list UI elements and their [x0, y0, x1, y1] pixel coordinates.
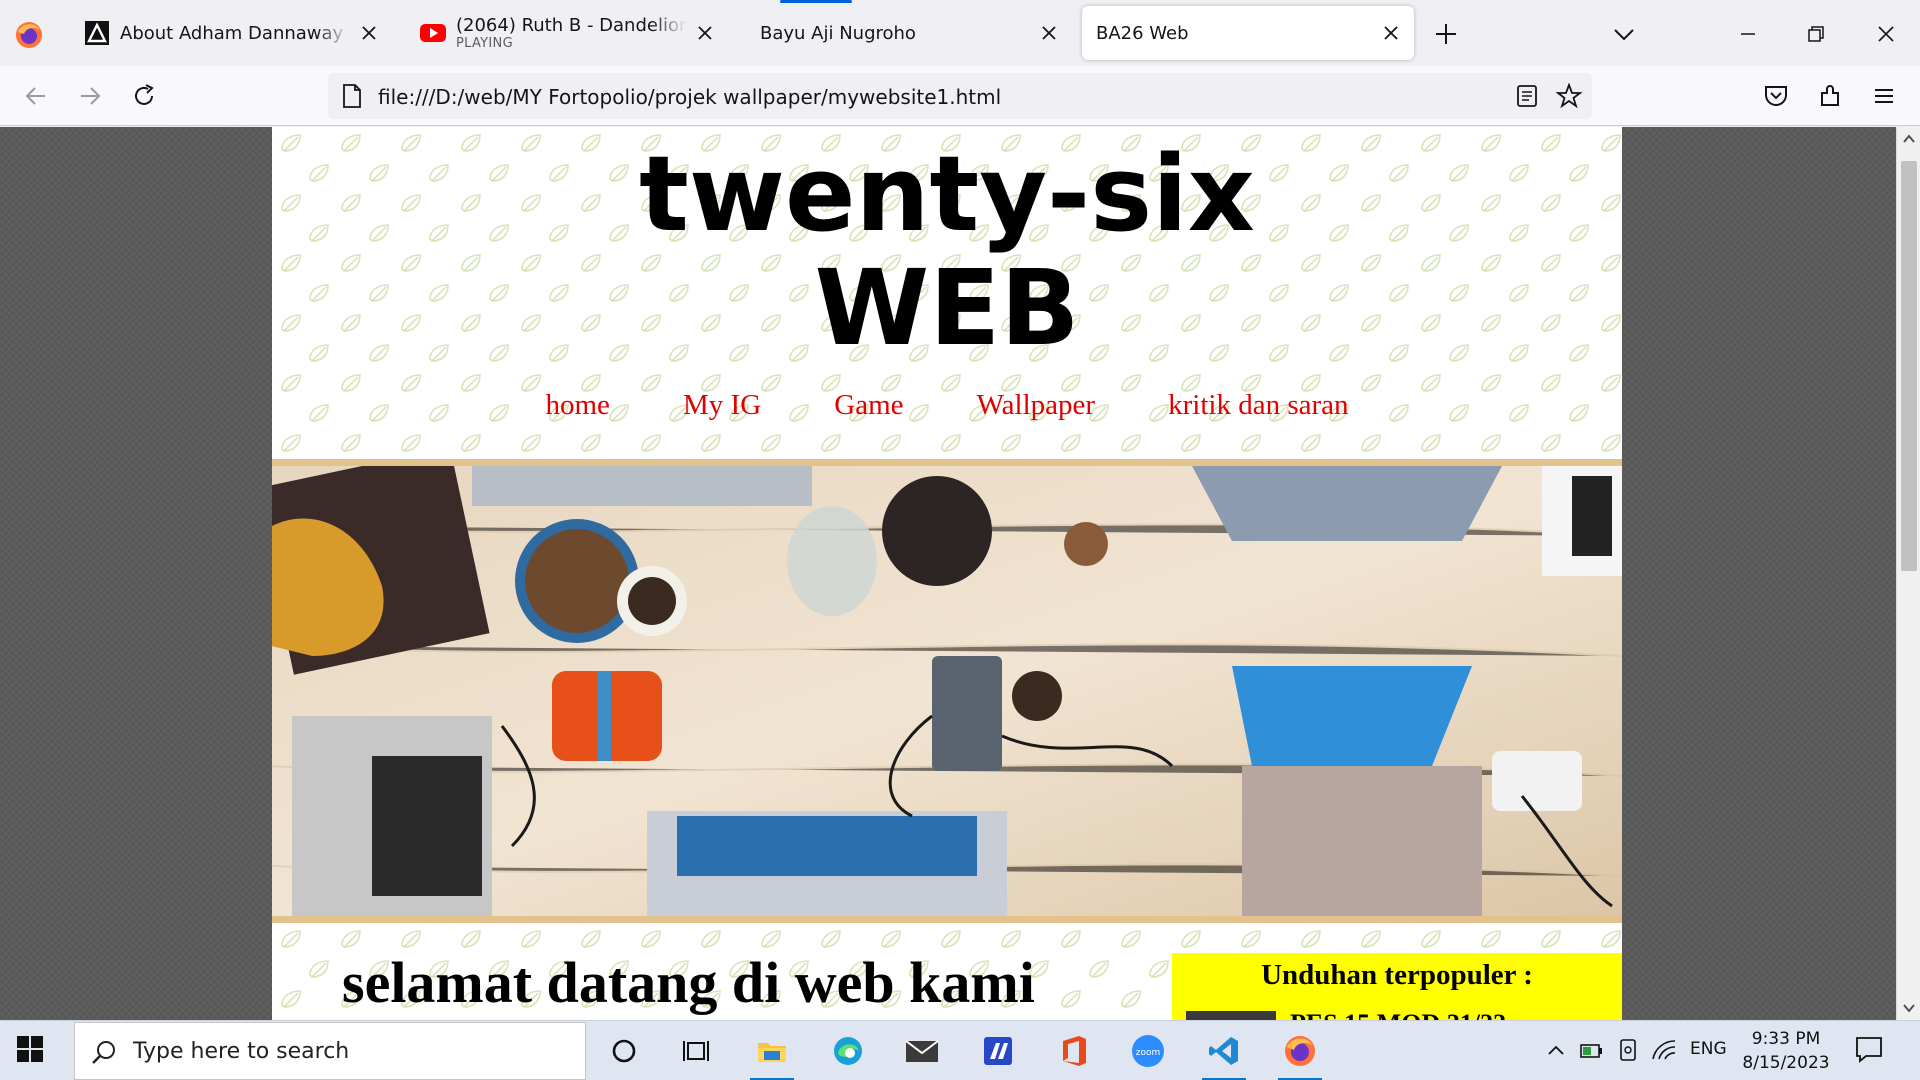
nav-link-kritik-dan-saran[interactable]: kritik dan saran: [1168, 389, 1348, 422]
close-icon[interactable]: [1380, 22, 1402, 44]
nav-link-game[interactable]: Game: [834, 389, 903, 422]
reload-icon[interactable]: [128, 80, 160, 112]
office-icon[interactable]: [1044, 1021, 1104, 1080]
tab-loading-indicator: [780, 0, 852, 3]
tab-strip: About Adham Dannaway | UI/U (2064) Ruth …: [0, 0, 1920, 66]
close-icon[interactable]: [358, 22, 380, 44]
cortana-icon[interactable]: [594, 1021, 654, 1080]
web-page: twenty-six WEB home My IG Game Wallpaper…: [272, 127, 1622, 1020]
scroll-down-icon[interactable]: [1897, 996, 1920, 1020]
extensions-icon[interactable]: [1814, 80, 1846, 112]
wifi-icon[interactable]: [1650, 1035, 1678, 1065]
file-explorer-icon[interactable]: [742, 1021, 802, 1080]
chevron-down-icon[interactable]: [1610, 20, 1638, 48]
svg-text:zoom: zoom: [1136, 1048, 1161, 1058]
adham-favicon-icon: [84, 20, 110, 46]
welcome-section: selamat datang di web kami Unduhan terpo…: [272, 923, 1622, 1020]
site-title-line1: twenty-six: [639, 133, 1255, 255]
new-tab-icon[interactable]: [1432, 20, 1460, 48]
zoom-icon[interactable]: zoom: [1118, 1021, 1178, 1080]
file-icon: [342, 84, 362, 112]
battery-icon[interactable]: [1578, 1035, 1606, 1065]
scroll-up-icon[interactable]: [1897, 127, 1920, 151]
url-text[interactable]: file:///D:/web/MY Fortopolio/projek wall…: [378, 85, 1001, 109]
tab-about-adham[interactable]: About Adham Dannaway | UI/U: [72, 6, 392, 60]
window-close-icon[interactable]: [1868, 16, 1904, 52]
restore-icon[interactable]: [1798, 16, 1834, 52]
clock-date: 8/15/2023: [1742, 1053, 1830, 1073]
site-title-line2: WEB: [814, 247, 1080, 369]
taskbar-search-box[interactable]: Type here to search: [74, 1022, 586, 1080]
vscode-icon[interactable]: [1194, 1021, 1254, 1080]
search-icon: [91, 1039, 117, 1065]
site-title: twenty-six WEB: [272, 137, 1622, 365]
minimize-icon[interactable]: [1730, 16, 1766, 52]
desk-workspace-photo: [272, 466, 1622, 916]
tab-title: Bayu Aji Nugroho: [760, 22, 916, 44]
search-placeholder: Type here to search: [133, 1039, 350, 1064]
tab-title: About Adham Dannaway | UI/U: [120, 22, 350, 44]
clock-time: 9:33 PM: [1751, 1029, 1821, 1049]
close-icon[interactable]: [694, 22, 716, 44]
nav-link-home[interactable]: home: [545, 389, 609, 422]
forward-arrow-icon[interactable]: [74, 80, 106, 112]
nav-link-wallpaper[interactable]: Wallpaper: [977, 389, 1095, 422]
tab-bayu[interactable]: Bayu Aji Nugroho: [744, 6, 1072, 60]
tab-youtube[interactable]: (2064) Ruth B - Dandelions (lyri PLAYING: [408, 6, 728, 60]
task-view-icon[interactable]: [666, 1021, 726, 1080]
tab-playing-label: PLAYING: [456, 36, 513, 51]
mail-icon[interactable]: [892, 1021, 952, 1080]
firefox-menu-icon[interactable]: [14, 20, 44, 50]
tab-title: (2064) Ruth B - Dandelions (lyri: [456, 15, 686, 36]
popular-item-thumbnail[interactable]: [1186, 1011, 1276, 1020]
chevron-up-icon[interactable]: [1542, 1035, 1570, 1065]
page-scrollbar[interactable]: [1896, 127, 1920, 1020]
pocket-icon[interactable]: [1760, 80, 1792, 112]
windows-taskbar: Type here to search zoom ENG 9:33 PM 8/1…: [0, 1020, 1920, 1080]
address-bar[interactable]: file:///D:/web/MY Fortopolio/projek wall…: [328, 73, 1592, 119]
scrollbar-thumb[interactable]: [1901, 161, 1917, 571]
reader-view-icon[interactable]: [1516, 84, 1538, 112]
back-arrow-icon[interactable]: [20, 80, 52, 112]
language-indicator[interactable]: ENG: [1690, 1039, 1727, 1059]
firefox-taskbar-icon[interactable]: [1270, 1021, 1330, 1080]
site-nav: home My IG Game Wallpaper kritik dan sar…: [272, 389, 1622, 422]
device-icon[interactable]: [1614, 1035, 1642, 1065]
youtube-icon: [420, 20, 446, 46]
mcafee-app-icon[interactable]: [968, 1021, 1028, 1080]
windows-start-icon[interactable]: [16, 1035, 48, 1067]
site-header: twenty-six WEB home My IG Game Wallpaper…: [272, 127, 1622, 459]
popular-downloads-box: Unduhan terpopuler : PES 15 MOD 21/22: [1172, 953, 1622, 1020]
tab-ba26-web[interactable]: BA26 Web: [1082, 6, 1414, 60]
hero-image: [272, 459, 1622, 923]
navigation-toolbar: file:///D:/web/MY Fortopolio/projek wall…: [0, 66, 1920, 126]
bookmark-star-icon[interactable]: [1555, 82, 1583, 113]
popular-item-link[interactable]: PES 15 MOD 21/22: [1290, 1009, 1506, 1020]
popular-downloads-title: Unduhan terpopuler :: [1261, 959, 1533, 991]
edge-icon[interactable]: [818, 1021, 878, 1080]
tab-title: BA26 Web: [1096, 22, 1189, 44]
viewport: twenty-six WEB home My IG Game Wallpaper…: [0, 127, 1896, 1020]
welcome-heading: selamat datang di web kami: [342, 950, 1035, 1015]
notification-center-icon[interactable]: [1854, 1035, 1888, 1067]
close-icon[interactable]: [1038, 22, 1060, 44]
hamburger-menu-icon[interactable]: [1868, 80, 1900, 112]
system-clock[interactable]: 9:33 PM 8/15/2023: [1740, 1027, 1832, 1075]
nav-link-my-ig[interactable]: My IG: [683, 389, 761, 422]
